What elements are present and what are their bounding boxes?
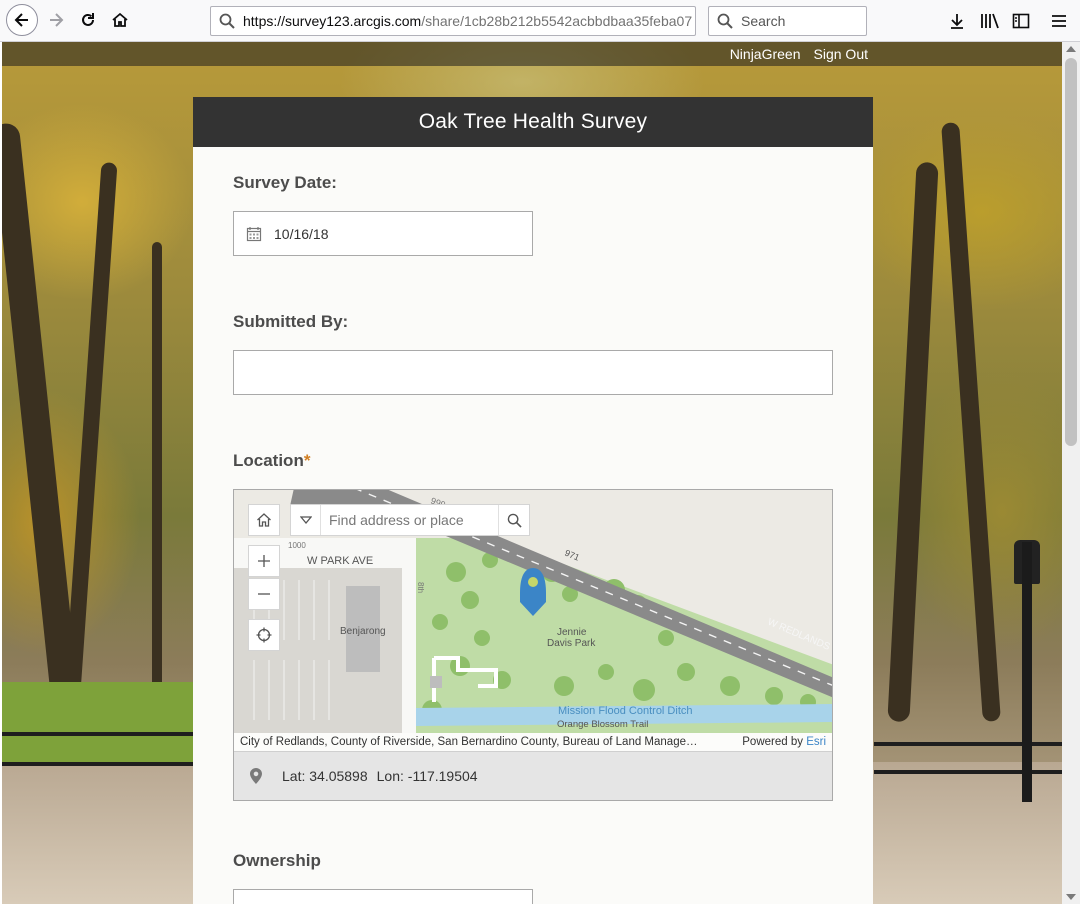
download-icon bbox=[951, 14, 963, 29]
caret-down-icon bbox=[299, 516, 312, 524]
scroll-up-arrow-icon[interactable] bbox=[1066, 46, 1076, 52]
map-label-ditch: Mission Flood Control Ditch bbox=[558, 705, 693, 717]
menu-button[interactable] bbox=[1046, 8, 1072, 34]
arrow-left-icon bbox=[14, 13, 28, 27]
map-credits: City of Redlands, County of Riverside, S… bbox=[240, 736, 698, 748]
reload-button[interactable] bbox=[72, 4, 104, 36]
powered-by: Powered by Esri bbox=[742, 736, 826, 748]
search-icon bbox=[717, 13, 733, 29]
scroll-down-arrow-icon[interactable] bbox=[1066, 894, 1076, 900]
url-host: https://survey123.arcgis.com bbox=[243, 13, 422, 29]
sidebar-button[interactable] bbox=[1008, 8, 1034, 34]
minus-icon bbox=[258, 593, 270, 595]
hamburger-icon bbox=[1052, 15, 1066, 27]
longitude-text: Lon: -117.19504 bbox=[376, 768, 478, 784]
esri-link[interactable]: Esri bbox=[806, 736, 826, 748]
search-icon bbox=[507, 513, 522, 528]
survey-date-value: 10/16/18 bbox=[274, 225, 329, 242]
submitted-by-label: Submitted By: bbox=[233, 312, 349, 331]
calendar-icon bbox=[246, 226, 262, 241]
scroll-thumb[interactable] bbox=[1065, 58, 1077, 446]
map-search-source-button[interactable] bbox=[291, 505, 321, 535]
map-home-button[interactable] bbox=[248, 504, 280, 536]
map-coordinates: Lat: 34.05898 Lon: -117.19504 bbox=[234, 751, 832, 800]
home-button[interactable] bbox=[104, 4, 136, 36]
map-search-input[interactable] bbox=[321, 506, 498, 534]
location-map[interactable]: W PARK AVE 999 971 1000 8th W REDLANDS B… bbox=[233, 489, 833, 801]
plus-icon bbox=[258, 555, 270, 567]
map-label-benjarong: Benjarong bbox=[340, 626, 386, 637]
username-link[interactable]: NinjaGreen bbox=[730, 46, 801, 62]
powered-by-text: Powered by bbox=[742, 736, 807, 748]
browser-search-input[interactable] bbox=[739, 12, 859, 30]
survey-date-label: Survey Date: bbox=[233, 173, 337, 192]
library-button[interactable] bbox=[977, 8, 1003, 34]
home-icon bbox=[112, 12, 128, 27]
latitude-text: Lat: 34.05898 bbox=[282, 768, 368, 784]
map-search-widget bbox=[290, 504, 530, 536]
submitted-by-field[interactable] bbox=[233, 350, 833, 395]
location-label-text: Location bbox=[233, 451, 304, 470]
map-label-park-line2: Davis Park bbox=[547, 638, 596, 649]
map-pin-icon bbox=[250, 768, 262, 784]
map-label-w-park-ave: W PARK AVE bbox=[307, 555, 373, 567]
back-button[interactable] bbox=[6, 4, 38, 36]
url-bar[interactable]: https://survey123.arcgis.com/share/1cb28… bbox=[210, 6, 696, 36]
url-path: /share/1cb28b212b5542acbbdbaa35feba07 bbox=[421, 13, 693, 29]
zoom-out-button[interactable] bbox=[248, 578, 280, 610]
user-bar: NinjaGreen Sign Out bbox=[2, 42, 1062, 66]
ownership-field[interactable] bbox=[233, 889, 533, 904]
home-icon bbox=[257, 513, 271, 527]
url-text: https://survey123.arcgis.com/share/1cb28… bbox=[243, 13, 692, 29]
arrow-right-icon bbox=[50, 13, 64, 27]
map-label-1000: 1000 bbox=[288, 541, 306, 550]
survey-header: Oak Tree Health Survey bbox=[193, 97, 873, 147]
map-label-park-line1: Jennie bbox=[557, 627, 587, 638]
map-attribution: City of Redlands, County of Riverside, S… bbox=[234, 733, 832, 751]
sidebar-icon bbox=[1012, 13, 1030, 29]
reload-icon bbox=[82, 13, 94, 26]
search-icon bbox=[219, 13, 235, 29]
location-label: Location* bbox=[233, 451, 310, 471]
crosshair-icon bbox=[256, 627, 272, 643]
map-label-trail: Orange Blossom Trail bbox=[557, 719, 648, 730]
browser-toolbar: https://survey123.arcgis.com/share/1cb28… bbox=[0, 0, 1080, 42]
map-label-8th: 8th bbox=[416, 582, 425, 593]
page-scrollbar[interactable] bbox=[1062, 42, 1080, 904]
survey-title: Oak Tree Health Survey bbox=[418, 110, 648, 133]
required-mark: * bbox=[303, 451, 311, 470]
browser-search-box[interactable] bbox=[708, 6, 867, 36]
downloads-button[interactable] bbox=[944, 8, 970, 34]
locate-button[interactable] bbox=[248, 619, 280, 651]
survey-form: Oak Tree Health Survey Survey Date: 10/1… bbox=[193, 97, 873, 904]
survey-date-field[interactable]: 10/16/18 bbox=[233, 211, 533, 256]
ownership-label: Ownership bbox=[233, 851, 321, 870]
zoom-in-button[interactable] bbox=[248, 545, 280, 577]
library-icon bbox=[981, 13, 999, 29]
map-search-button[interactable] bbox=[498, 505, 529, 535]
sign-out-link[interactable]: Sign Out bbox=[814, 46, 868, 62]
forward-button[interactable] bbox=[40, 4, 72, 36]
